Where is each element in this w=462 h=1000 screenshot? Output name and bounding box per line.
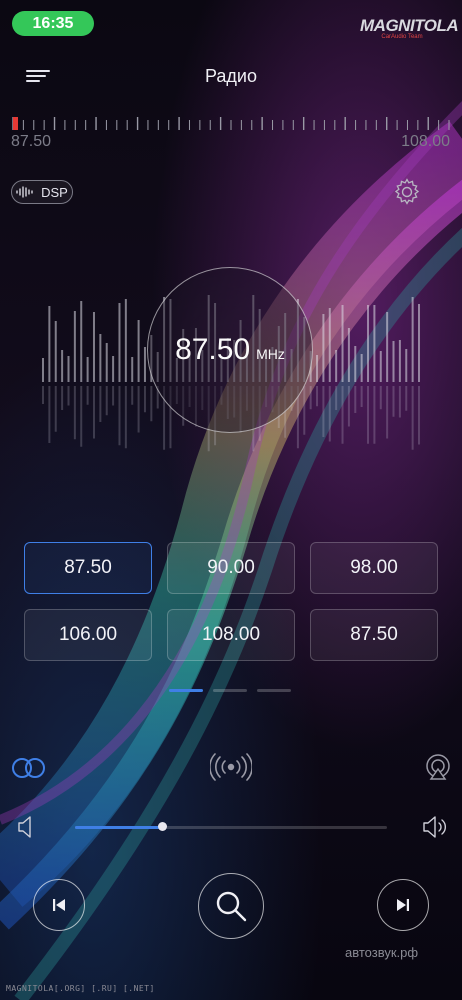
tuner-marker[interactable] — [13, 117, 18, 130]
search-icon[interactable] — [198, 873, 264, 939]
logo-name: MAGNITOLA — [360, 16, 459, 35]
page-indicator — [169, 689, 293, 692]
gear-icon[interactable] — [393, 178, 421, 206]
preset-button-3[interactable]: 98.00 — [310, 542, 438, 594]
dsp-button[interactable]: DSP — [11, 180, 73, 204]
page-title: Радио — [205, 66, 257, 86]
frequency-dial: 87.50 MHz — [147, 267, 313, 433]
background-art — [0, 0, 462, 1000]
scale-min-label: 87.50 — [11, 133, 52, 150]
speaker-high-icon[interactable] — [420, 814, 450, 840]
dsp-label: DSP — [41, 184, 68, 200]
preset-button-5[interactable]: 108.00 — [167, 609, 295, 661]
preset-button-6[interactable]: 87.50 — [310, 609, 438, 661]
preset-button-2[interactable]: 90.00 — [167, 542, 295, 594]
preset-button-1[interactable]: 87.50 — [24, 542, 152, 594]
equalizer-icon — [16, 186, 33, 198]
frequency-unit: MHz — [256, 346, 285, 362]
tuner-scale[interactable] — [12, 114, 450, 132]
status-time: 16:35 — [12, 11, 94, 36]
page-dot[interactable] — [257, 689, 291, 692]
page-dot[interactable] — [213, 689, 247, 692]
page-dot[interactable] — [169, 689, 203, 692]
radio-waves-icon[interactable] — [210, 750, 252, 784]
stereo-circles-icon[interactable] — [11, 754, 47, 782]
preset-button-4[interactable]: 106.00 — [24, 609, 152, 661]
skip-previous-icon[interactable] — [33, 879, 85, 931]
frequency-value: 87.50 — [175, 333, 251, 366]
footer-text: MAGNITOLA[.ORG] [.RU] [.NET] — [6, 984, 155, 993]
volume-slider[interactable] — [75, 822, 387, 831]
speaker-low-icon[interactable] — [14, 814, 36, 840]
airplay-icon[interactable] — [424, 753, 452, 781]
skip-next-icon[interactable] — [377, 879, 429, 931]
volume-fill — [75, 826, 163, 829]
scale-max-label: 108.00 — [401, 133, 450, 150]
watermark: автозвук.рф — [345, 945, 419, 960]
brand-logo: MAGNITOLA CarAudio Team — [360, 16, 459, 50]
